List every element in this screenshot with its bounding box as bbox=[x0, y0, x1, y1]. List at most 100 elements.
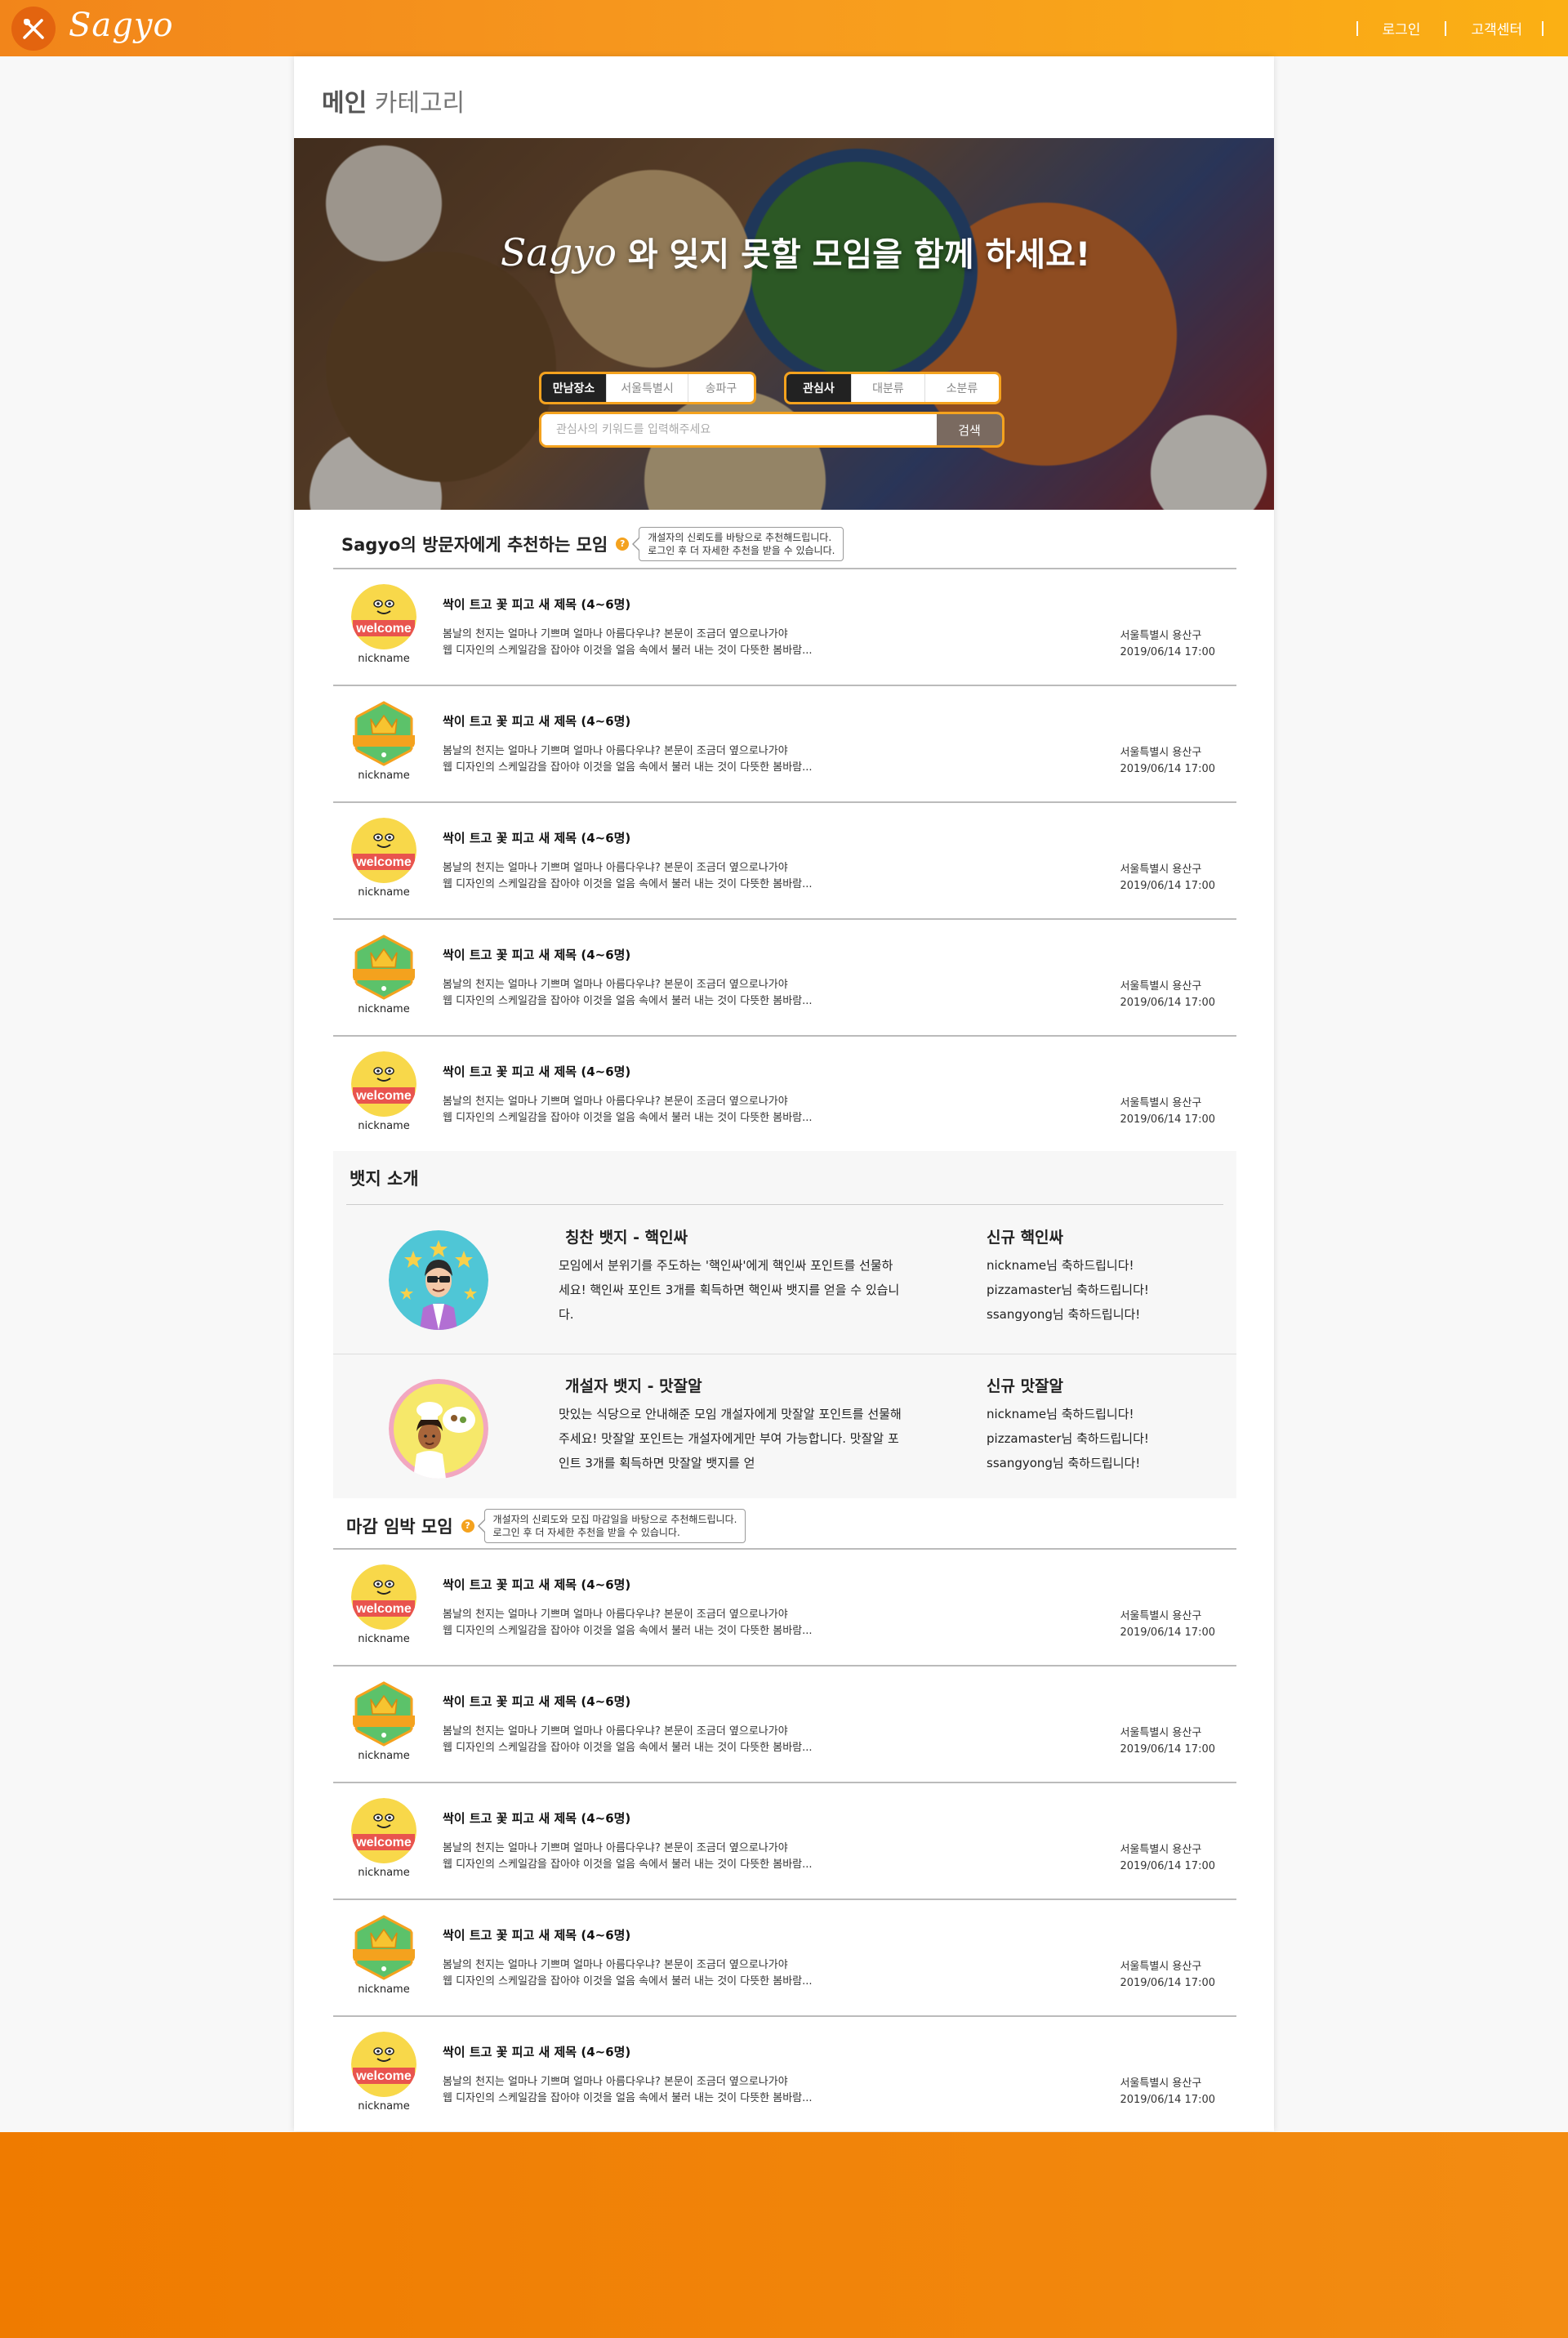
question-icon[interactable]: ? bbox=[461, 1519, 474, 1533]
footer bbox=[0, 2132, 1568, 2338]
list-item: pizzamaster님 축하드립니다! bbox=[987, 1431, 1149, 1446]
nickname[interactable]: nickname bbox=[333, 1633, 434, 1645]
meeting-title[interactable]: 싹이 트고 꽃 피고 새 제목 (4~6명) bbox=[443, 946, 630, 963]
svg-text:welcome: welcome bbox=[355, 622, 412, 636]
meeting-title[interactable]: 싹이 트고 꽃 피고 새 제목 (4~6명) bbox=[443, 596, 630, 613]
avatar[interactable]: welcome bbox=[351, 818, 416, 883]
place-filter-label[interactable]: 만남장소 bbox=[541, 374, 607, 402]
nickname[interactable]: nickname bbox=[333, 770, 434, 782]
place-district-select[interactable]: 송파구 bbox=[688, 374, 754, 402]
meeting-datetime: 2019/06/14 17:00 bbox=[1120, 1626, 1215, 1639]
logo-text[interactable]: Sagyo bbox=[69, 7, 174, 44]
customer-center-link[interactable]: 고객센터 bbox=[1471, 18, 1522, 38]
meeting-datetime: 2019/06/14 17:00 bbox=[1120, 763, 1215, 775]
badge-section-title: 뱃지 소개 bbox=[350, 1169, 419, 1189]
meeting-title[interactable]: 싹이 트고 꽃 피고 새 제목 (4~6명) bbox=[443, 829, 630, 846]
avatar[interactable]: welcome bbox=[351, 2032, 416, 2097]
meeting-item[interactable]: nickname 싹이 트고 꽃 피고 새 제목 (4~6명) 봄날의 천지는 얼마… bbox=[333, 686, 1236, 803]
page-title-main[interactable]: 메인 bbox=[322, 89, 367, 118]
logo-icon[interactable] bbox=[11, 7, 56, 51]
avatar[interactable]: welcome bbox=[351, 1798, 416, 1863]
top-nav: 로그인 고객센터 bbox=[1356, 18, 1544, 38]
nav-divider bbox=[1356, 20, 1358, 36]
avatar[interactable] bbox=[351, 701, 416, 766]
top-header: Sagyo 로그인 고객센터 bbox=[0, 0, 1568, 56]
meeting-title[interactable]: 싹이 트고 꽃 피고 새 제목 (4~6명) bbox=[443, 2043, 630, 2060]
nickname[interactable]: nickname bbox=[333, 653, 434, 665]
nickname[interactable]: nickname bbox=[333, 886, 434, 899]
nickname[interactable]: nickname bbox=[333, 1983, 434, 1996]
list-item: nickname님 축하드립니다! bbox=[987, 1407, 1134, 1421]
meeting-description: 봄날의 천지는 얼마나 기쁘며 얼마나 아름다우냐? 본문이 조금더 옆으로나가… bbox=[443, 1608, 813, 1637]
meeting-item[interactable]: welcome nickname 싹이 트고 꽃 피고 새 제목 (4~6명) 봄날의… bbox=[333, 1550, 1236, 1666]
meeting-meta: 서울특별시 용산구 2019/06/14 17:00 bbox=[1120, 1095, 1215, 1128]
meeting-description: 봄날의 천지는 얼마나 기쁘며 얼마나 아름다우냐? 본문이 조금더 옆으로나가… bbox=[443, 745, 813, 774]
search-button[interactable]: 검색 bbox=[937, 414, 1002, 445]
new-praise-title: 신규 핵인싸 bbox=[987, 1229, 1064, 1247]
meeting-title[interactable]: 싹이 트고 꽃 피고 새 제목 (4~6명) bbox=[443, 1809, 630, 1827]
nickname[interactable]: nickname bbox=[333, 1003, 434, 1015]
login-link[interactable]: 로그인 bbox=[1383, 18, 1421, 38]
meeting-location: 서울특별시 용산구 bbox=[1120, 1097, 1202, 1109]
avatar[interactable] bbox=[351, 935, 416, 1000]
list-item: ssangyong님 축하드립니다! bbox=[987, 1307, 1141, 1322]
avatar[interactable] bbox=[351, 1681, 416, 1747]
hero-slogan: 와 잊지 못할 모임을 함께 하세요! bbox=[627, 236, 1091, 274]
new-chef-title: 신규 맛잘알 bbox=[987, 1377, 1064, 1395]
place-city-select[interactable]: 서울특별시 bbox=[607, 374, 688, 402]
meeting-meta: 서울특별시 용산구 2019/06/14 17:00 bbox=[1120, 1608, 1215, 1641]
nickname[interactable]: nickname bbox=[333, 2100, 434, 2113]
meeting-title[interactable]: 싹이 트고 꽃 피고 새 제목 (4~6명) bbox=[443, 1926, 630, 1943]
meeting-item[interactable]: nickname 싹이 트고 꽃 피고 새 제목 (4~6명) 봄날의 천지는 얼마… bbox=[333, 1900, 1236, 2017]
avatar[interactable]: welcome bbox=[351, 1051, 416, 1117]
avatar[interactable] bbox=[351, 1915, 416, 1980]
list-item: ssangyong님 축하드립니다! bbox=[987, 1456, 1141, 1470]
meeting-item[interactable]: welcome nickname 싹이 트고 꽃 피고 새 제목 (4~6명) 봄날의… bbox=[333, 569, 1236, 686]
chef-badge-icon bbox=[389, 1379, 488, 1479]
page-title-category[interactable]: 카테고리 bbox=[375, 89, 465, 118]
meeting-meta: 서울특별시 용산구 2019/06/14 17:00 bbox=[1120, 628, 1215, 661]
question-icon[interactable]: ? bbox=[616, 538, 630, 551]
meeting-title[interactable]: 싹이 트고 꽃 피고 새 제목 (4~6명) bbox=[443, 1576, 630, 1593]
meeting-title[interactable]: 싹이 트고 꽃 피고 새 제목 (4~6명) bbox=[443, 712, 630, 730]
hero-brand: Sagyo bbox=[500, 230, 617, 274]
nickname[interactable]: nickname bbox=[333, 1120, 434, 1132]
chef-badge-desc: 맛있는 식당으로 안내해준 모임 개설자에게 맛잘알 포인트를 선물해주세요! … bbox=[559, 1407, 902, 1470]
meeting-location: 서울특별시 용산구 bbox=[1120, 1844, 1202, 1856]
recommend-heading: Sagyo의 방문자에게 추천하는 모임 ? 개설자의 신뢰도를 바탕으로 추천… bbox=[341, 527, 844, 561]
interest-filter-label[interactable]: 관심사 bbox=[786, 374, 852, 402]
svg-text:welcome: welcome bbox=[355, 1602, 412, 1616]
deadline-title: 마감 임박 모임 bbox=[346, 1517, 453, 1537]
meeting-item[interactable]: nickname 싹이 트고 꽃 피고 새 제목 (4~6명) 봄날의 천지는 얼마… bbox=[333, 1666, 1236, 1783]
meeting-item[interactable]: welcome nickname 싹이 트고 꽃 피고 새 제목 (4~6명) 봄날의… bbox=[333, 1783, 1236, 1900]
search-input[interactable] bbox=[541, 414, 933, 445]
avatar[interactable]: welcome bbox=[351, 584, 416, 649]
badge-row-chef: 개설자 뱃지 - 맛잘알 맛있는 식당으로 안내해준 모임 개설자에게 맛잘알 … bbox=[333, 1354, 1236, 1499]
badge-row-praise: 칭찬 뱃지 - 핵인싸 모임에서 분위기를 주도하는 '핵인싸'에게 핵인싸 포… bbox=[333, 1206, 1236, 1351]
meeting-title[interactable]: 싹이 트고 꽃 피고 새 제목 (4~6명) bbox=[443, 1063, 630, 1080]
meeting-item[interactable]: nickname 싹이 트고 꽃 피고 새 제목 (4~6명) 봄날의 천지는 얼마… bbox=[333, 920, 1236, 1037]
meeting-title[interactable]: 싹이 트고 꽃 피고 새 제목 (4~6명) bbox=[443, 1693, 630, 1710]
meeting-meta: 서울특별시 용산구 2019/06/14 17:00 bbox=[1120, 2076, 1215, 2108]
nickname[interactable]: nickname bbox=[333, 1750, 434, 1762]
meeting-location: 서울특별시 용산구 bbox=[1120, 1727, 1202, 1739]
meeting-item[interactable]: welcome nickname 싹이 트고 꽃 피고 새 제목 (4~6명) 봄날의… bbox=[333, 2017, 1236, 2134]
recommend-tooltip: 개설자의 신뢰도를 바탕으로 추천해드립니다. 로그인 후 더 자세한 추천을 … bbox=[632, 527, 844, 561]
chef-badge-title: 개설자 뱃지 - 맛잘알 bbox=[565, 1377, 702, 1395]
meeting-description: 봄날의 천지는 얼마나 기쁘며 얼마나 아름다우냐? 본문이 조금더 옆으로나가… bbox=[443, 1725, 813, 1754]
meeting-item[interactable]: welcome nickname 싹이 트고 꽃 피고 새 제목 (4~6명) 봄날의… bbox=[333, 803, 1236, 920]
meeting-description: 봄날의 천지는 얼마나 기쁘며 얼마나 아름다우냐? 본문이 조금더 옆으로나가… bbox=[443, 1095, 813, 1124]
svg-text:welcome: welcome bbox=[355, 1836, 412, 1849]
nickname[interactable]: nickname bbox=[333, 1867, 434, 1879]
avatar[interactable]: welcome bbox=[351, 1564, 416, 1630]
main-content: 메인 카테고리 Sagyo 와 잊지 못할 모임을 함께 하세요! 만남장소 서… bbox=[294, 56, 1274, 2134]
divider bbox=[346, 1204, 1223, 1205]
interest-filter: 관심사 대분류 소분류 bbox=[784, 372, 1001, 404]
interest-minor-select[interactable]: 소분류 bbox=[925, 374, 999, 402]
meeting-meta: 서울특별시 용산구 2019/06/14 17:00 bbox=[1120, 1959, 1215, 1992]
meeting-description: 봄날의 천지는 얼마나 기쁘며 얼마나 아름다우냐? 본문이 조금더 옆으로나가… bbox=[443, 979, 813, 1007]
meeting-datetime: 2019/06/14 17:00 bbox=[1120, 1860, 1215, 1872]
badge-intro-section: 뱃지 소개 칭찬 뱃지 - 핵인싸 모임에서 분위기를 주도하는 '핵인싸'에게… bbox=[333, 1151, 1236, 1498]
interest-major-select[interactable]: 대분류 bbox=[852, 374, 925, 402]
meeting-item[interactable]: welcome nickname 싹이 트고 꽃 피고 새 제목 (4~6명) 봄날의… bbox=[333, 1037, 1236, 1153]
